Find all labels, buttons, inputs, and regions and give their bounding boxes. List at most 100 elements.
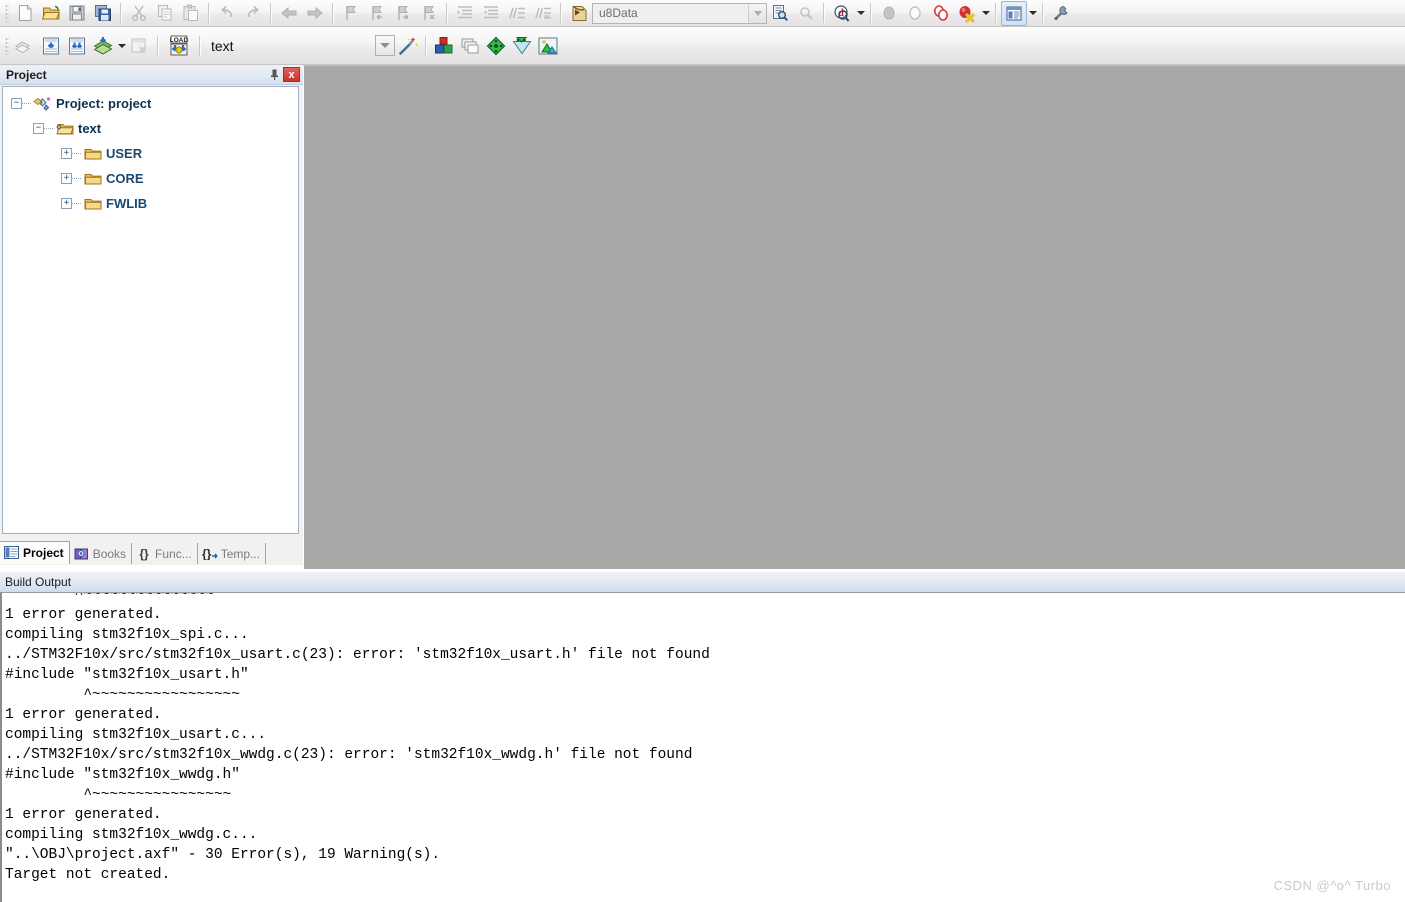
target-options-icon[interactable] xyxy=(431,33,457,58)
project-tree[interactable]: − Project: project − text + USER + CORE … xyxy=(2,86,299,534)
build-output-line: compiling stm32f10x_spi.c... xyxy=(5,627,249,643)
disable-all-breakpoints-icon[interactable] xyxy=(928,1,954,26)
find-in-files-button-icon[interactable] xyxy=(767,1,793,26)
build-output-line: ../STM32F10x/src/stm32f10x_usart.c(23): … xyxy=(5,647,710,663)
tab-functions[interactable]: {} Func... xyxy=(132,543,198,564)
tree-node-group-fwlib[interactable]: + FWLIB xyxy=(3,191,298,216)
undo-icon[interactable] xyxy=(214,1,240,26)
copy-icon[interactable] xyxy=(152,1,178,26)
outdent-icon[interactable] xyxy=(478,1,504,26)
build-output-line: #include "stm32f10x_wwdg.h" xyxy=(5,767,240,783)
build-output-panel: Build Output ^~~~~~~~~~~~~~~~ 1 error ge… xyxy=(0,572,1405,902)
new-file-icon[interactable] xyxy=(12,1,38,26)
tab-label: Func... xyxy=(155,546,192,561)
project-panel-title: Project xyxy=(6,67,47,82)
tree-expander[interactable]: − xyxy=(11,98,22,109)
tab-label: Books xyxy=(92,546,127,561)
window-manager-dropdown-icon[interactable] xyxy=(1027,2,1038,25)
toolbar-separator xyxy=(823,3,825,23)
rebuild-all-icon[interactable] xyxy=(64,33,90,58)
group-folder-icon xyxy=(83,171,102,187)
stop-build-icon[interactable] xyxy=(127,33,153,58)
save-icon[interactable] xyxy=(64,1,90,26)
build-target-icon[interactable] xyxy=(38,33,64,58)
build-output-line: 1 error generated. xyxy=(5,807,162,823)
tab-books[interactable]: Books xyxy=(69,543,133,564)
toolbar-separator xyxy=(332,3,334,23)
tree-connector xyxy=(22,102,31,105)
indent-icon[interactable] xyxy=(452,1,478,26)
pin-icon[interactable] xyxy=(266,67,283,83)
open-file-icon[interactable] xyxy=(38,1,64,26)
toolbar-separator xyxy=(1042,3,1044,23)
main-toolbar: u8Data d xyxy=(0,0,1405,27)
select-software-packs-icon[interactable] xyxy=(509,33,535,58)
manage-run-time-environment-icon[interactable] xyxy=(483,33,509,58)
clear-bookmarks-icon[interactable] xyxy=(416,1,442,26)
toggle-bookmark-icon[interactable] xyxy=(338,1,364,26)
toolbar-grip[interactable] xyxy=(5,36,9,55)
start-debug-session-icon[interactable]: d xyxy=(829,1,855,26)
build-output-header: Build Output xyxy=(0,572,1405,593)
close-icon[interactable]: x xyxy=(283,67,300,82)
select-target-combo[interactable]: text xyxy=(205,35,395,56)
start-debug-dropdown-icon[interactable] xyxy=(855,2,866,25)
redo-icon[interactable] xyxy=(240,1,266,26)
select-target-dropdown-icon[interactable] xyxy=(375,35,395,56)
kill-breakpoints-dropdown-icon[interactable] xyxy=(980,2,991,25)
editor-area[interactable] xyxy=(303,65,1405,569)
tab-templates[interactable]: {} Temp... xyxy=(197,543,267,564)
tree-expander[interactable]: + xyxy=(61,198,72,209)
previous-bookmark-icon[interactable] xyxy=(364,1,390,26)
tree-expander[interactable]: + xyxy=(61,173,72,184)
toolbar-separator xyxy=(120,3,122,23)
build-output-line: 1 error generated. xyxy=(5,707,162,723)
find-combo-value[interactable]: u8Data xyxy=(593,6,748,20)
toolbar-grip[interactable] xyxy=(5,4,9,22)
window-manager-icon[interactable] xyxy=(1001,0,1027,26)
pack-installer-icon[interactable] xyxy=(535,33,561,58)
build-output-text[interactable]: ^~~~~~~~~~~~~~~~ 1 error generated. comp… xyxy=(0,593,1405,902)
navigate-forward-icon[interactable] xyxy=(302,1,328,26)
manage-project-items-icon[interactable] xyxy=(457,33,483,58)
tab-project[interactable]: Project xyxy=(0,541,70,564)
paste-icon[interactable] xyxy=(178,1,204,26)
group-folder-icon xyxy=(83,196,102,212)
tree-node-label: FWLIB xyxy=(106,196,148,211)
project-panel-header: Project x xyxy=(0,65,303,85)
books-tab-icon xyxy=(74,547,90,561)
uncomment-icon[interactable] xyxy=(530,1,556,26)
build-output-line: 1 error generated. xyxy=(5,607,162,623)
tree-node-project[interactable]: − Project: project xyxy=(3,91,298,116)
navigate-back-icon[interactable] xyxy=(276,1,302,26)
tree-node-target[interactable]: − text xyxy=(3,116,298,141)
configure-icon[interactable] xyxy=(1048,1,1074,26)
watermark: CSDN @^o^ Turbo xyxy=(1273,878,1391,893)
insert-remove-breakpoint-icon[interactable] xyxy=(876,1,902,26)
tree-expander[interactable]: + xyxy=(61,148,72,159)
batch-build-dropdown-icon[interactable] xyxy=(116,34,127,57)
tree-node-group-user[interactable]: + USER xyxy=(3,141,298,166)
kill-all-breakpoints-icon[interactable] xyxy=(954,1,980,26)
select-target-value[interactable]: text xyxy=(205,38,375,54)
tree-node-group-core[interactable]: + CORE xyxy=(3,166,298,191)
batch-build-icon[interactable] xyxy=(90,33,116,58)
comment-icon[interactable] xyxy=(504,1,530,26)
tree-connector xyxy=(72,202,81,205)
incremental-find-icon[interactable] xyxy=(793,1,819,26)
disable-breakpoint-icon[interactable] xyxy=(902,1,928,26)
next-bookmark-icon[interactable] xyxy=(390,1,416,26)
download-icon[interactable]: LOAD xyxy=(163,33,195,58)
toolbar-separator xyxy=(425,35,427,56)
find-combo-dropdown-icon[interactable] xyxy=(748,3,766,23)
build-output-line: "..\OBJ\project.axf" - 30 Error(s), 19 W… xyxy=(5,847,441,863)
cut-icon[interactable] xyxy=(126,1,152,26)
find-combo[interactable]: u8Data xyxy=(592,2,767,24)
tab-label: Project xyxy=(23,546,64,560)
toolbar-separator xyxy=(560,3,562,23)
target-options-wand-icon[interactable] xyxy=(395,33,421,58)
translate-file-icon[interactable] xyxy=(12,33,38,58)
tree-expander[interactable]: − xyxy=(33,123,44,134)
save-all-icon[interactable] xyxy=(90,1,116,26)
find-in-files-icon[interactable] xyxy=(566,1,592,26)
